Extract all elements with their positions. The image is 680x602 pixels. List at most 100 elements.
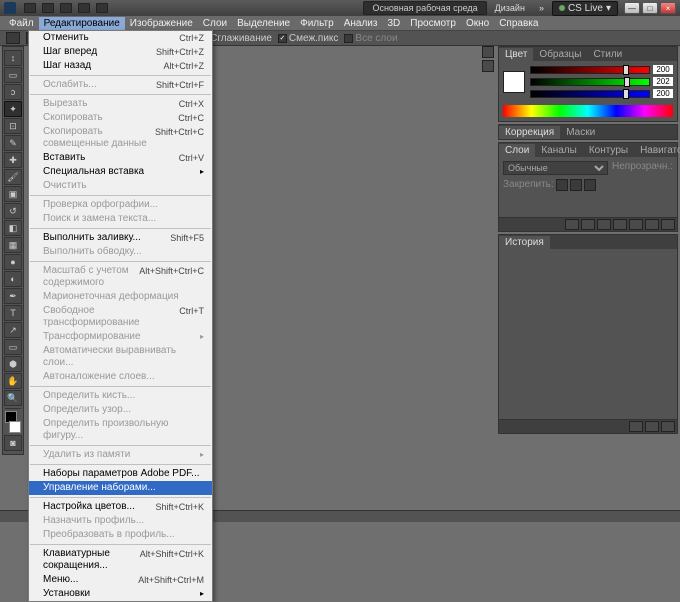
lock-pixels-icon[interactable]: [556, 179, 568, 191]
tab-masks[interactable]: Маски: [560, 126, 601, 139]
menu-item[interactable]: Шаг впередShift+Ctrl+Z: [29, 45, 212, 59]
tab-paths[interactable]: Контуры: [583, 144, 634, 157]
tab-history[interactable]: История: [499, 236, 550, 249]
tab-adjustments[interactable]: Коррекция: [499, 126, 560, 139]
history-brush-tool[interactable]: ↺: [4, 203, 22, 219]
collapsed-panel-icon[interactable]: [482, 46, 494, 58]
menu-item: Поиск и замена текста...: [29, 212, 212, 226]
g-value[interactable]: 202: [653, 77, 673, 86]
opacity-label: Непрозрачн.:: [612, 161, 673, 175]
gradient-tool[interactable]: ▦: [4, 237, 22, 253]
type-tool[interactable]: T: [4, 305, 22, 321]
screen-mode-icon[interactable]: [78, 3, 90, 13]
tool-preset-icon[interactable]: [6, 32, 20, 44]
hand-tool[interactable]: ✋: [4, 373, 22, 389]
menu-фильтр[interactable]: Фильтр: [295, 17, 339, 30]
menu-окно[interactable]: Окно: [461, 17, 494, 30]
link-icon[interactable]: [565, 219, 579, 230]
heal-tool[interactable]: ✚: [4, 152, 22, 168]
menu-item[interactable]: Установки: [29, 587, 212, 601]
r-value[interactable]: 200: [653, 65, 673, 74]
color-swatch[interactable]: [503, 71, 525, 93]
adjust-icon[interactable]: [613, 219, 627, 230]
b-value[interactable]: 200: [653, 89, 673, 98]
stamp-tool[interactable]: ▣: [4, 186, 22, 202]
tab-color[interactable]: Цвет: [499, 48, 533, 61]
quickmask-tool[interactable]: ◙: [4, 435, 22, 451]
menu-слои[interactable]: Слои: [198, 17, 232, 30]
r-slider[interactable]: [530, 66, 650, 74]
design-workspace[interactable]: Дизайн: [489, 3, 531, 13]
cslive-button[interactable]: CS Live▾: [552, 1, 618, 16]
menu-item[interactable]: Выполнить заливку...Shift+F5: [29, 231, 212, 245]
all-layers-checkbox[interactable]: Все слои: [344, 33, 397, 44]
menu-item[interactable]: Управление наборами...: [29, 481, 212, 495]
fx-icon[interactable]: [581, 219, 595, 230]
menu-item[interactable]: Наборы параметров Adobe PDF...: [29, 467, 212, 481]
move-tool[interactable]: ↕: [4, 50, 22, 66]
lock-all-icon[interactable]: [584, 179, 596, 191]
new-layer-icon[interactable]: [645, 219, 659, 230]
new-snapshot-icon[interactable]: [629, 421, 643, 432]
spectrum-bar[interactable]: [503, 105, 673, 117]
menu-изображение[interactable]: Изображение: [125, 17, 198, 30]
menu-item[interactable]: Клавиатурные сокращения...Alt+Shift+Ctrl…: [29, 547, 212, 573]
menu-справка[interactable]: Справка: [494, 17, 543, 30]
workspace-selector[interactable]: Основная рабочая среда: [363, 1, 486, 15]
wand-tool[interactable]: ✦: [4, 101, 22, 117]
layers-footer: [499, 217, 677, 231]
shape-tool[interactable]: ▭: [4, 339, 22, 355]
mask-icon[interactable]: [597, 219, 611, 230]
menu-item[interactable]: ВставитьCtrl+V: [29, 151, 212, 165]
3d-tool[interactable]: ⬢: [4, 356, 22, 372]
close-button[interactable]: ×: [660, 2, 676, 14]
menu-item[interactable]: Меню...Alt+Shift+Ctrl+M: [29, 573, 212, 587]
contiguous-checkbox[interactable]: ✓Смеж.пикс: [278, 33, 339, 44]
menu-item: Марионеточная деформация: [29, 290, 212, 304]
crop-tool[interactable]: ⊡: [4, 118, 22, 134]
minibridge-icon[interactable]: [42, 3, 54, 13]
layout-icon[interactable]: [60, 3, 72, 13]
marquee-tool[interactable]: ▭: [4, 67, 22, 83]
menu-анализ[interactable]: Анализ: [339, 17, 383, 30]
menu-3d[interactable]: 3D: [382, 17, 405, 30]
maximize-button[interactable]: □: [642, 2, 658, 14]
group-icon[interactable]: [629, 219, 643, 230]
menu-item[interactable]: Шаг назадAlt+Ctrl+Z: [29, 59, 212, 73]
lock-position-icon[interactable]: [570, 179, 582, 191]
menu-просмотр[interactable]: Просмотр: [405, 17, 461, 30]
menu-файл[interactable]: Файл: [4, 17, 39, 30]
trash-icon[interactable]: [661, 219, 675, 230]
blend-mode-select[interactable]: Обычные: [503, 161, 608, 175]
workspace-more-icon[interactable]: »: [533, 3, 550, 13]
lasso-tool[interactable]: ɔ: [4, 84, 22, 100]
b-slider[interactable]: [530, 90, 650, 98]
pen-tool[interactable]: ✒: [4, 288, 22, 304]
tab-styles[interactable]: Стили: [587, 48, 628, 61]
zoom-tool[interactable]: 🔍: [4, 390, 22, 406]
new-doc-icon[interactable]: [645, 421, 659, 432]
trash-icon[interactable]: [661, 421, 675, 432]
extras-icon[interactable]: [96, 3, 108, 13]
fg-bg-colors[interactable]: [5, 411, 21, 433]
path-tool[interactable]: ↗: [4, 322, 22, 338]
g-slider[interactable]: [530, 78, 650, 86]
dodge-tool[interactable]: ◐: [4, 271, 22, 287]
tab-swatches[interactable]: Образцы: [533, 48, 587, 61]
blur-tool[interactable]: ●: [4, 254, 22, 270]
menu-выделение[interactable]: Выделение: [232, 17, 295, 30]
tab-navigator[interactable]: Навигатор: [634, 144, 680, 157]
menu-item[interactable]: Настройка цветов...Shift+Ctrl+K: [29, 500, 212, 514]
color-panel: ЦветОбразцыСтили 200 202 200: [498, 46, 678, 122]
menu-item[interactable]: ОтменитьCtrl+Z: [29, 31, 212, 45]
menu-item[interactable]: Специальная вставка: [29, 165, 212, 179]
collapsed-panel-icon[interactable]: [482, 60, 494, 72]
eyedropper-tool[interactable]: ✎: [4, 135, 22, 151]
bridge-icon[interactable]: [24, 3, 36, 13]
eraser-tool[interactable]: ◧: [4, 220, 22, 236]
tab-layers[interactable]: Слои: [499, 144, 535, 157]
tab-channels[interactable]: Каналы: [535, 144, 583, 157]
brush-tool[interactable]: 🖌: [4, 169, 22, 185]
minimize-button[interactable]: —: [624, 2, 640, 14]
menu-редактирование[interactable]: Редактирование: [39, 17, 125, 30]
